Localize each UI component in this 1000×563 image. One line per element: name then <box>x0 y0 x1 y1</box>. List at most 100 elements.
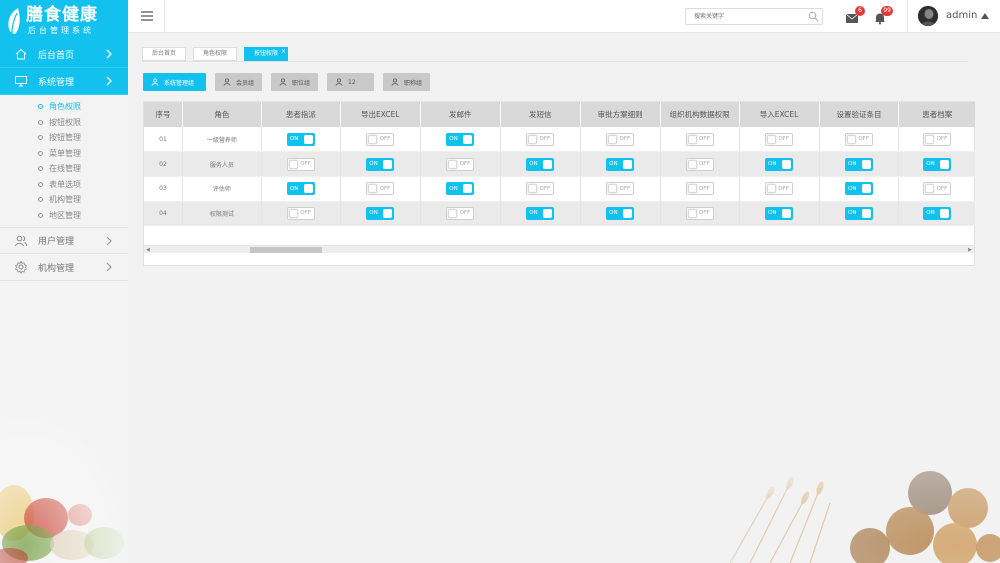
permission-toggle[interactable]: OFF <box>685 157 714 171</box>
permission-toggle[interactable]: ON <box>845 182 873 196</box>
permission-toggle[interactable]: ON <box>446 182 475 196</box>
permission-toggle[interactable]: OFF <box>606 182 635 196</box>
group-button-system-admin[interactable]: 系统管理组 <box>143 73 206 91</box>
toggle-knob <box>608 134 618 144</box>
scrollbar-thumb[interactable] <box>250 247 322 253</box>
submenu-label: 按钮权限 <box>49 117 81 127</box>
group-button-position[interactable]: 职位组 <box>271 73 318 91</box>
mail-button[interactable]: 6 <box>845 6 865 24</box>
permission-toggle[interactable]: ON <box>366 157 395 171</box>
permission-cell: OFF <box>898 176 975 202</box>
column-header: 组织机构数据权限 <box>660 102 740 127</box>
submenu-item-form-options[interactable]: 表单选项 <box>38 177 128 193</box>
group-label: 职称组 <box>404 79 423 87</box>
permission-toggle[interactable]: ON <box>606 157 635 171</box>
permission-toggle[interactable]: OFF <box>765 132 794 146</box>
toggle-knob <box>608 184 618 194</box>
toggle-knob <box>782 159 792 169</box>
permission-toggle[interactable]: ON <box>526 157 555 171</box>
submenu-label: 在线管理 <box>49 164 81 173</box>
permission-toggle[interactable]: OFF <box>606 132 635 146</box>
sidebar-item-home[interactable]: 后台首页 <box>0 41 128 68</box>
permission-toggle[interactable]: OFF <box>685 132 714 146</box>
bullet-icon <box>38 150 43 156</box>
permission-toggle[interactable]: OFF <box>923 182 952 196</box>
horizontal-scrollbar[interactable]: ◀ ▶ <box>144 245 974 253</box>
permission-toggle[interactable]: ON <box>286 132 315 146</box>
close-icon[interactable]: × <box>281 46 286 58</box>
caret-up-icon[interactable] <box>981 13 989 19</box>
permission-toggle[interactable]: OFF <box>366 132 395 146</box>
permission-cell: ON <box>420 176 501 202</box>
permission-toggle[interactable]: ON <box>845 206 873 220</box>
toggle-label: ON <box>926 210 935 217</box>
permission-toggle[interactable]: ON <box>923 206 952 220</box>
permission-cell: ON <box>898 201 975 227</box>
toggle-knob <box>288 208 298 218</box>
permission-toggle[interactable]: OFF <box>923 132 952 146</box>
submenu-item-online-manage[interactable]: 在线管理 <box>38 161 128 177</box>
tab-button-permission[interactable]: 按钮权限 × <box>244 46 289 61</box>
permission-toggle[interactable]: OFF <box>366 182 395 196</box>
submenu-item-region-manage[interactable]: 地区管理 <box>38 208 128 224</box>
submenu-label: 表单选项 <box>49 179 81 189</box>
group-label: 会员组 <box>236 79 255 87</box>
permission-toggle[interactable]: ON <box>606 206 635 220</box>
permission-toggle[interactable]: OFF <box>446 157 475 171</box>
username[interactable]: admin <box>946 10 977 21</box>
submenu-item-org-manage[interactable]: 机构管理 <box>38 192 128 208</box>
permission-toggle[interactable]: OFF <box>845 132 873 146</box>
permission-toggle[interactable]: OFF <box>685 182 714 196</box>
toggle-label: OFF <box>778 136 790 143</box>
permission-toggle[interactable]: OFF <box>526 182 555 196</box>
scroll-left-arrow-icon[interactable]: ◀ <box>146 247 150 253</box>
toggle-label: OFF <box>379 185 391 192</box>
avatar[interactable] <box>918 6 938 26</box>
permission-toggle[interactable]: OFF <box>526 132 555 146</box>
bullet-icon <box>38 135 43 141</box>
sidebar-item-organizations[interactable]: 机构管理 <box>0 254 128 281</box>
permission-toggle[interactable]: ON <box>923 157 952 171</box>
submenu-item-menu-manage[interactable]: 菜单管理 <box>38 146 128 162</box>
submenu-item-button-manage[interactable]: 按钮管理 <box>38 130 128 146</box>
hamburger-menu-icon[interactable] <box>140 9 154 23</box>
notification-button[interactable]: 99 <box>873 6 893 25</box>
sidebar-item-users[interactable]: 用户管理 <box>0 227 128 254</box>
column-header: 患者指派 <box>261 102 341 127</box>
permission-toggle[interactable]: ON <box>366 206 395 220</box>
chevron-right-icon <box>106 49 112 59</box>
toggle-knob <box>543 159 553 169</box>
search-input[interactable] <box>685 8 823 25</box>
tab-home[interactable]: 后台首页 <box>142 47 187 61</box>
submenu-item-role-permission[interactable]: 角色权限 <box>38 99 128 115</box>
toggle-knob <box>687 159 697 169</box>
permission-toggle[interactable]: OFF <box>286 157 315 171</box>
submenu-label: 菜单管理 <box>49 148 81 158</box>
column-header: 发短信 <box>500 102 581 127</box>
permission-toggle[interactable]: ON <box>446 132 475 146</box>
permission-toggle[interactable]: OFF <box>765 182 794 196</box>
toggle-knob <box>940 208 950 218</box>
permission-cell: OFF <box>580 176 661 202</box>
table-body: 01 一级营养师 ON OFF ON OFF OFF OFF OFF OFF OFF 02 服务人员 OF… <box>144 127 975 227</box>
tab-role-permission[interactable]: 角色权限 <box>193 47 238 61</box>
sidebar-item-system[interactable]: 系统管理 <box>0 68 128 95</box>
permission-toggle[interactable]: ON <box>765 206 794 220</box>
permission-toggle[interactable]: OFF <box>286 206 315 220</box>
permission-cell: ON <box>500 151 581 177</box>
bread-grain-decoration-image <box>710 453 1000 563</box>
group-button-12[interactable]: 12 <box>327 73 374 91</box>
group-button-title[interactable]: 职称组 <box>383 73 430 91</box>
search-icon[interactable] <box>808 11 819 22</box>
permission-toggle[interactable]: ON <box>286 182 315 196</box>
permission-toggle[interactable]: ON <box>526 206 555 220</box>
group-icon <box>279 78 287 86</box>
permission-cell: OFF <box>261 201 341 227</box>
scroll-right-arrow-icon[interactable]: ▶ <box>968 247 972 253</box>
permission-toggle[interactable]: OFF <box>446 206 475 220</box>
permission-toggle[interactable]: OFF <box>685 206 714 220</box>
group-button-member[interactable]: 会员组 <box>215 73 262 91</box>
submenu-item-button-permission[interactable]: 按钮权限 <box>38 115 128 131</box>
permission-toggle[interactable]: ON <box>765 157 794 171</box>
permission-toggle[interactable]: ON <box>845 157 873 171</box>
